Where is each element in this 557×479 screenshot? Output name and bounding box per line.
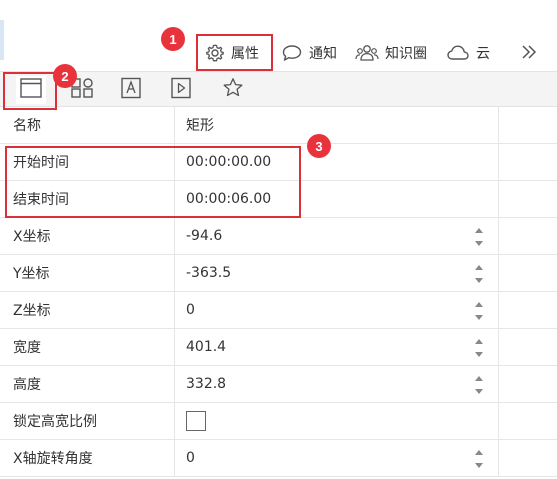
property-label: Y坐标 (0, 255, 175, 291)
arrow-up-icon[interactable] (475, 228, 483, 233)
property-value: -94.6 (186, 228, 223, 244)
property-value: 0 (186, 302, 195, 318)
table-row: 结束时间 00:00:06.00 (0, 181, 557, 218)
arrow-down-icon[interactable] (475, 463, 483, 468)
start-time-field[interactable]: 00:00:00.00 (175, 144, 499, 180)
table-row: 锁定高宽比例 (0, 403, 557, 440)
property-label: X轴旋转角度 (0, 440, 175, 476)
double-chevron-right-icon[interactable] (520, 42, 538, 66)
property-label: 宽度 (0, 329, 175, 365)
properties-button[interactable]: 属性 (205, 38, 259, 68)
property-label: 开始时间 (0, 144, 175, 180)
tab-media[interactable] (166, 76, 196, 104)
property-value: 矩形 (186, 118, 214, 134)
property-label: Z坐标 (0, 292, 175, 328)
z-stepper[interactable] (474, 302, 484, 320)
z-coordinate-field[interactable]: 0 (175, 292, 499, 328)
people-group-icon (355, 43, 379, 63)
arrow-up-icon[interactable] (475, 339, 483, 344)
left-panel-edge (0, 20, 4, 60)
arrow-down-icon[interactable] (475, 241, 483, 246)
property-label: 结束时间 (0, 181, 175, 217)
x-rotation-stepper[interactable] (474, 450, 484, 468)
height-stepper[interactable] (474, 376, 484, 394)
star-icon (220, 77, 246, 103)
arrow-up-icon[interactable] (475, 302, 483, 307)
tab-effects[interactable] (218, 76, 248, 104)
top-toolbar: 属性 通知 知识圈 云 (0, 0, 557, 71)
width-stepper[interactable] (474, 339, 484, 357)
table-row: X轴旋转角度 0 (0, 440, 557, 477)
text-box-icon (119, 77, 143, 103)
table-row: 高度 332.8 (0, 366, 557, 403)
property-value: 00:00:00.00 (186, 154, 272, 170)
gear-icon (205, 43, 225, 63)
name-value[interactable]: 矩形 (175, 107, 499, 143)
cloud-label: 云 (476, 46, 490, 62)
y-stepper[interactable] (474, 265, 484, 283)
notify-button[interactable]: 通知 (281, 38, 337, 68)
height-field[interactable]: 332.8 (175, 366, 499, 402)
table-row: Z坐标 0 (0, 292, 557, 329)
knowledge-circle-button[interactable]: 知识圈 (355, 38, 427, 68)
property-value: 332.8 (186, 376, 227, 392)
table-row: 开始时间 00:00:00.00 (0, 144, 557, 181)
property-value: 401.4 (186, 339, 227, 355)
panel-tab-strip (0, 71, 557, 107)
arrow-down-icon[interactable] (475, 315, 483, 320)
table-row: 宽度 401.4 (0, 329, 557, 366)
property-label: 名称 (0, 107, 175, 143)
table-row: X坐标 -94.6 (0, 218, 557, 255)
tab-properties[interactable] (16, 76, 46, 104)
table-row: Y坐标 -363.5 (0, 255, 557, 292)
cloud-icon (446, 43, 470, 63)
properties-label: 属性 (231, 46, 259, 62)
annotation-badge: 3 (307, 134, 331, 158)
x-coordinate-field[interactable]: -94.6 (175, 218, 499, 254)
play-box-icon (169, 77, 193, 103)
property-value: 0 (186, 450, 195, 466)
annotation-badge: 2 (53, 64, 77, 88)
x-rotation-field[interactable]: 0 (175, 440, 499, 476)
tab-text[interactable] (116, 76, 146, 104)
x-stepper[interactable] (474, 228, 484, 246)
annotation-badge: 1 (161, 27, 185, 51)
knowledge-circle-label: 知识圈 (385, 46, 427, 62)
arrow-down-icon[interactable] (475, 278, 483, 283)
property-table: 名称 矩形 开始时间 00:00:00.00 结束时间 00:00:06.00 … (0, 107, 557, 477)
property-label: X坐标 (0, 218, 175, 254)
cloud-button[interactable]: 云 (446, 38, 490, 68)
property-label: 锁定高宽比例 (0, 403, 175, 439)
property-value: 00:00:06.00 (186, 191, 272, 207)
y-coordinate-field[interactable]: -363.5 (175, 255, 499, 291)
lock-aspect-cell (175, 403, 499, 439)
arrow-up-icon[interactable] (475, 450, 483, 455)
arrow-down-icon[interactable] (475, 352, 483, 357)
arrow-up-icon[interactable] (475, 265, 483, 270)
table-row: 名称 矩形 (0, 107, 557, 144)
property-label: 高度 (0, 366, 175, 402)
width-field[interactable]: 401.4 (175, 329, 499, 365)
end-time-field[interactable]: 00:00:06.00 (175, 181, 499, 217)
property-value: -363.5 (186, 265, 232, 281)
window-icon (19, 77, 43, 103)
chat-bubble-icon (281, 43, 303, 63)
arrow-down-icon[interactable] (475, 389, 483, 394)
notify-label: 通知 (309, 46, 337, 62)
arrow-up-icon[interactable] (475, 376, 483, 381)
lock-aspect-checkbox[interactable] (186, 411, 206, 431)
